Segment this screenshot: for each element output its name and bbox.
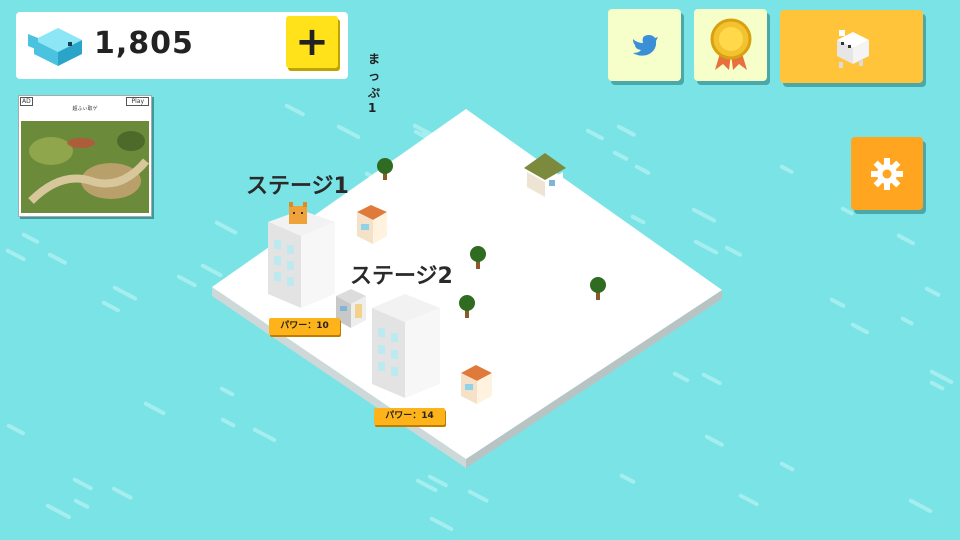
twitter-button[interactable] xyxy=(608,9,681,81)
office-building xyxy=(336,289,366,328)
ad-title: 超ふぃ取ゲ xyxy=(72,106,98,112)
gear-icon xyxy=(871,157,903,190)
stage2-building[interactable] xyxy=(372,294,440,398)
shop-building-1 xyxy=(357,205,387,244)
ad-banner[interactable]: AD Play 超ふぃ取ゲ xyxy=(18,95,152,217)
stage1-label[interactable]: ステージ1 xyxy=(246,168,349,200)
currency-panel: 1,805 + まっぷ1 xyxy=(16,12,380,115)
stage2-label[interactable]: ステージ2 xyxy=(350,258,453,290)
currency-amount: 1,805 xyxy=(94,26,194,61)
shop-building-2 xyxy=(461,365,492,404)
ad-map-image xyxy=(21,121,149,213)
white-dog-icon xyxy=(836,29,869,68)
settings-button[interactable] xyxy=(851,137,923,210)
fish-icon xyxy=(28,28,82,66)
map-name: まっぷ1 xyxy=(368,52,381,115)
character-select-button[interactable] xyxy=(780,10,923,83)
orange-cat-icon xyxy=(289,202,307,224)
add-currency-button[interactable]: + xyxy=(286,16,338,68)
medal-button[interactable] xyxy=(694,9,767,81)
twitter-bird-icon xyxy=(632,35,658,56)
medal-icon xyxy=(710,18,751,70)
stage1-power-badge[interactable]: パワー：10 xyxy=(269,318,340,335)
stage2-power-badge[interactable]: パワー：14 xyxy=(374,408,445,425)
